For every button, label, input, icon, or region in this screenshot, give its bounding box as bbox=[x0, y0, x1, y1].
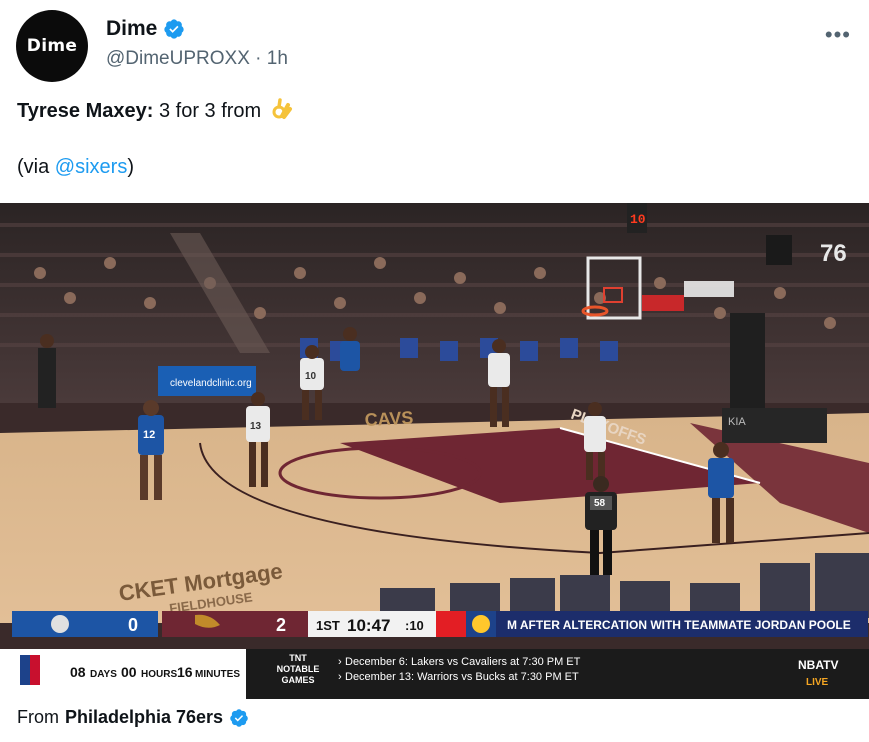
team1-score: 0 bbox=[128, 615, 138, 635]
ok-hand-icon bbox=[272, 98, 292, 119]
svg-text:NOTABLE: NOTABLE bbox=[277, 664, 320, 674]
tnt-game-2: December 13: Warriors vs Bucks at 7:30 P… bbox=[345, 671, 579, 683]
avatar[interactable]: Dime bbox=[16, 10, 88, 82]
svg-text:DAYS: DAYS bbox=[90, 669, 117, 680]
nbatv-logo: NBATV bbox=[798, 658, 838, 672]
tweet-via: (via @sixers) bbox=[17, 156, 134, 179]
shot-clock-text: 10 bbox=[630, 212, 646, 227]
svg-text:GAMES: GAMES bbox=[281, 675, 314, 685]
svg-text:10: 10 bbox=[305, 371, 317, 382]
handle-line: @DimeUPROXX · 1h bbox=[106, 48, 288, 70]
source-attribution: From Philadelphia 76ers bbox=[17, 707, 249, 728]
verified-badge-icon bbox=[164, 19, 185, 39]
svg-text:MINUTES: MINUTES bbox=[195, 669, 240, 680]
countdown-minutes: 16 bbox=[177, 664, 193, 680]
board-text: clevelandclinic.org bbox=[170, 378, 252, 389]
avatar-text: Dime bbox=[26, 36, 78, 56]
countdown-hours: 00 bbox=[121, 664, 137, 680]
svg-text:12: 12 bbox=[143, 429, 155, 441]
countdown-days: 08 bbox=[70, 664, 86, 680]
footer-source-link[interactable]: Philadelphia 76ers bbox=[65, 707, 223, 728]
video-player[interactable]: clevelandclinic.org CAVS PLAYOFFS CKET M… bbox=[0, 203, 869, 699]
corner-76-logo: 76 bbox=[820, 240, 847, 267]
team2-score-box bbox=[162, 611, 308, 637]
game-clock: 10:47 bbox=[347, 616, 390, 635]
svg-text:HOURS: HOURS bbox=[141, 669, 177, 680]
live-label: LIVE bbox=[806, 677, 829, 688]
verified-badge-icon bbox=[230, 708, 248, 727]
svg-text:TNT: TNT bbox=[289, 653, 307, 663]
via-prefix: (via bbox=[17, 156, 55, 178]
separator-dot: · bbox=[249, 48, 267, 69]
svg-text:KIA: KIA bbox=[728, 416, 746, 428]
author-handle[interactable]: @DimeUPROXX bbox=[106, 48, 250, 69]
tweet-text: Tyrese Maxey: 3 for 3 from bbox=[17, 97, 293, 123]
stanchion bbox=[730, 313, 765, 408]
author-name[interactable]: Dime bbox=[106, 17, 185, 41]
tnt-game-1: December 6: Lakers vs Cavaliers at 7:30 … bbox=[345, 656, 581, 668]
footer-prefix: From bbox=[17, 707, 59, 727]
svg-text:›: › bbox=[338, 671, 342, 683]
news-ticker: M AFTER ALTERCATION WITH TEAMMATE JORDAN… bbox=[507, 618, 851, 632]
via-suffix: ) bbox=[127, 156, 134, 178]
tweet-time[interactable]: 1h bbox=[267, 48, 288, 69]
more-options-icon[interactable]: ••• bbox=[825, 22, 851, 48]
floor-cavs-text: CAVS bbox=[364, 407, 414, 430]
tweet-player: Tyrese Maxey: bbox=[17, 100, 154, 122]
team2-score: 2 bbox=[276, 615, 286, 635]
quarter: 1ST bbox=[316, 618, 340, 633]
video-frame: clevelandclinic.org CAVS PLAYOFFS CKET M… bbox=[0, 203, 869, 699]
via-mention-link[interactable]: @sixers bbox=[55, 156, 128, 178]
author-name-text: Dime bbox=[106, 17, 158, 40]
shot-clock: :10 bbox=[405, 618, 424, 633]
tweet-body: 3 for 3 from bbox=[158, 100, 262, 122]
svg-text:13: 13 bbox=[250, 421, 262, 432]
svg-text:›: › bbox=[338, 656, 342, 668]
svg-text:58: 58 bbox=[594, 498, 606, 509]
